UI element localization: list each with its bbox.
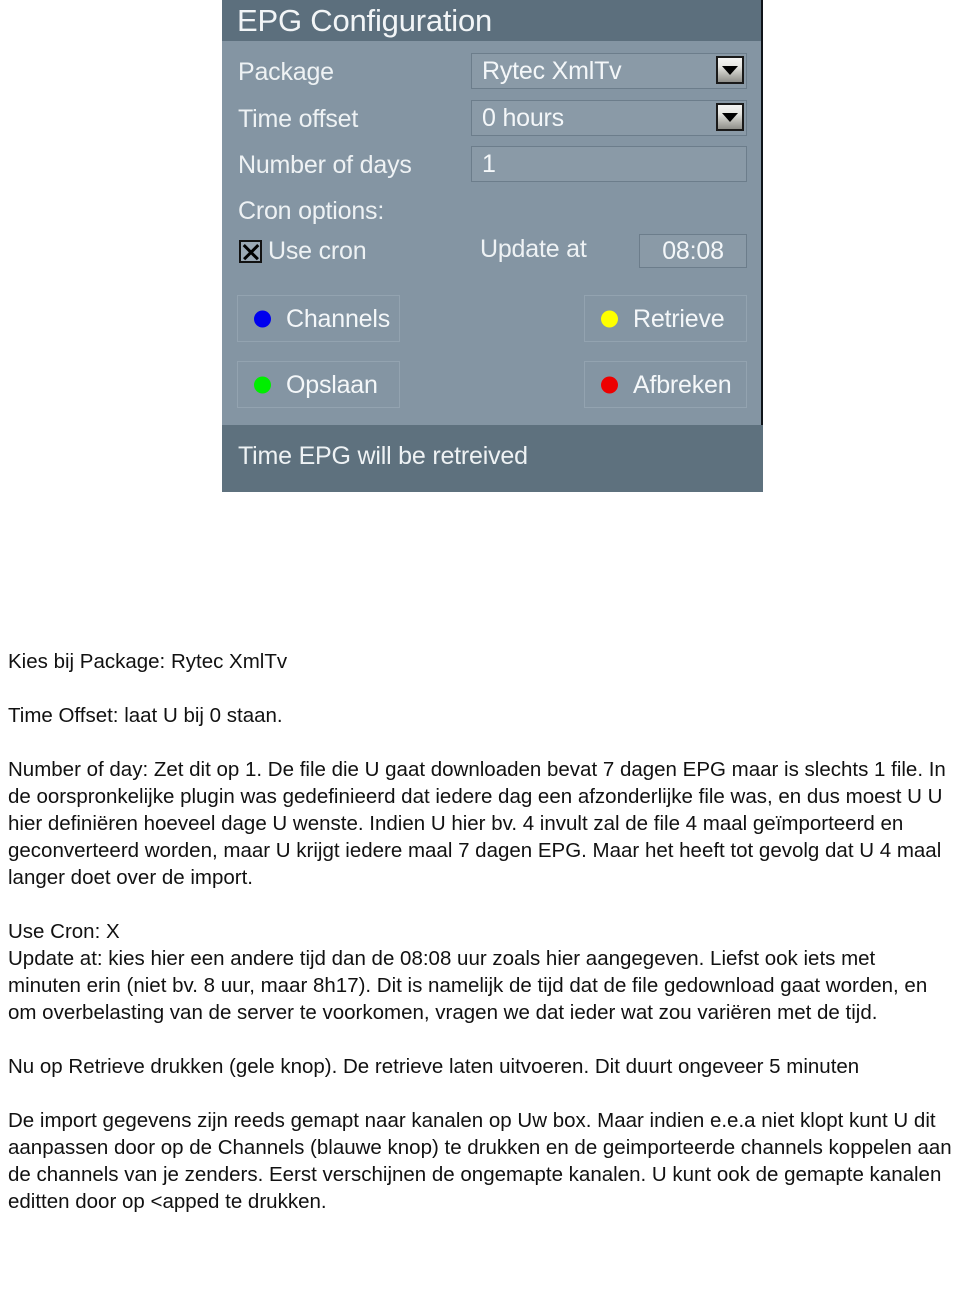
afbreken-button-label: Afbreken: [633, 370, 732, 399]
chevron-down-icon[interactable]: [716, 103, 744, 131]
package-value: Rytec XmlTv: [482, 57, 622, 85]
dialog-statusbar: Time EPG will be retreived: [222, 425, 763, 492]
caret-glyph: [722, 112, 738, 122]
update-at-label: Update at: [480, 235, 587, 263]
paragraph-time-offset: Time Offset: laat U bij 0 staan.: [8, 704, 283, 727]
blue-dot-icon: [254, 310, 271, 327]
epg-dialog-window: EPG Configuration Package Rytec XmlTv Ti…: [222, 0, 763, 425]
caret-glyph: [722, 65, 738, 75]
dialog-body: Package Rytec XmlTv Time offset 0 hours …: [222, 41, 761, 425]
retrieve-button[interactable]: Retrieve: [584, 295, 747, 342]
opslaan-button-label: Opslaan: [286, 370, 378, 399]
check-x-icon: [241, 242, 260, 261]
channels-button[interactable]: Channels: [237, 295, 400, 342]
cron-options-label: Cron options:: [238, 197, 385, 225]
package-label: Package: [238, 58, 334, 86]
paragraph-retrieve: Nu op Retrieve drukken (gele knop). De r…: [8, 1055, 860, 1078]
time-offset-label: Time offset: [238, 105, 359, 133]
dialog-title: EPG Configuration: [237, 3, 493, 38]
afbreken-cancel-button[interactable]: Afbreken: [584, 361, 747, 408]
package-dropdown[interactable]: Rytec XmlTv: [471, 53, 747, 89]
channels-button-label: Channels: [286, 304, 391, 333]
retrieve-button-label: Retrieve: [633, 304, 725, 333]
dialog-titlebar: EPG Configuration: [222, 0, 761, 41]
epg-configuration-screenshot: EPG Configuration Package Rytec XmlTv Ti…: [222, 0, 763, 492]
paragraph-import-mapping: De import gegevens zijn reeds gemapt naa…: [8, 1109, 952, 1213]
opslaan-save-button[interactable]: Opslaan: [237, 361, 400, 408]
time-offset-dropdown[interactable]: 0 hours: [471, 100, 747, 136]
update-at-time-input[interactable]: 08:08: [639, 234, 747, 268]
number-of-days-input[interactable]: 1: [471, 146, 747, 182]
statusbar-text: Time EPG will be retreived: [238, 442, 528, 470]
document-body: Kies bij Package: Rytec XmlTv Time Offse…: [8, 648, 952, 1215]
paragraph-package: Kies bij Package: Rytec XmlTv: [8, 650, 288, 673]
use-cron-checkbox[interactable]: [239, 240, 262, 263]
number-of-days-value: 1: [482, 150, 496, 178]
chevron-down-icon[interactable]: [716, 56, 744, 84]
paragraph-update-at: Update at: kies hier een andere tijd dan…: [8, 947, 928, 1024]
yellow-dot-icon: [601, 310, 618, 327]
paragraph-number-of-days: Number of day: Zet dit op 1. De file die…: [8, 758, 946, 889]
red-dot-icon: [601, 376, 618, 393]
number-of-days-label: Number of days: [238, 151, 412, 179]
green-dot-icon: [254, 376, 271, 393]
time-offset-value: 0 hours: [482, 104, 564, 132]
use-cron-label: Use cron: [268, 237, 367, 265]
paragraph-use-cron: Use Cron: X: [8, 920, 120, 943]
update-at-value: 08:08: [662, 237, 724, 265]
